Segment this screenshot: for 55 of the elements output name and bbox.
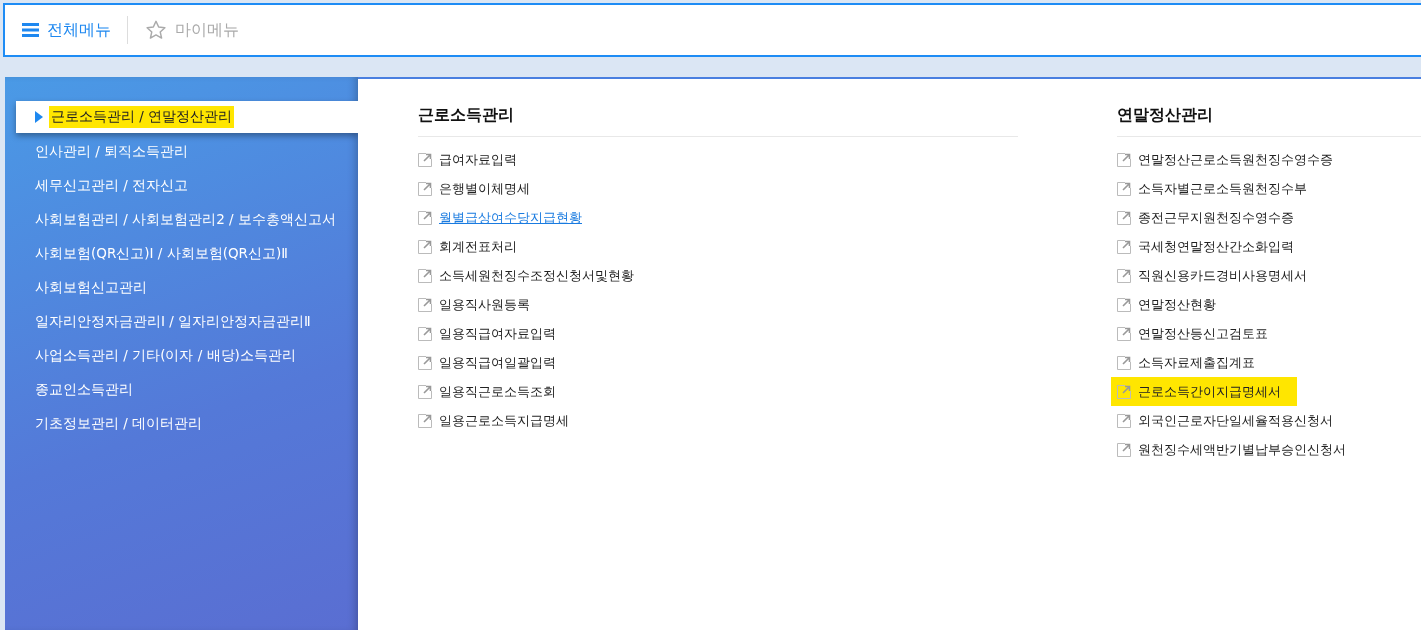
external-link-icon — [418, 297, 432, 312]
sidebar-item[interactable]: 일자리안정자금관리Ⅰ / 일자리안정자금관리Ⅱ — [5, 305, 358, 339]
external-link-icon — [418, 326, 432, 341]
external-link-icon — [1117, 413, 1131, 428]
external-link-icon — [1117, 152, 1131, 167]
external-link-icon — [1117, 355, 1131, 370]
sidebar-item[interactable]: 기초정보관리 / 데이터관리 — [5, 407, 358, 441]
external-link-icon — [1117, 268, 1131, 283]
external-link-icon — [1117, 181, 1131, 196]
external-link-icon — [1117, 384, 1131, 399]
menu-link[interactable]: 근로소득간이지급명세서 — [1111, 377, 1297, 406]
menu-link[interactable]: 원천징수세액반기별납부승인신청서 — [1117, 435, 1362, 464]
section-heading: 연말정산관리 — [1117, 105, 1421, 137]
sidebar-item[interactable]: 근로소득관리 / 연말정산관리 — [16, 101, 358, 133]
menu-link[interactable]: 연말정산근로소득원천징수영수증 — [1117, 145, 1349, 174]
menu-link[interactable]: 일용직급여일괄입력 — [418, 348, 572, 377]
menu-link[interactable]: 일용근로소득지급명세 — [418, 406, 585, 435]
menu-link[interactable]: 은행별이체명세 — [418, 174, 546, 203]
external-link-icon — [418, 413, 432, 428]
triangle-icon — [35, 111, 43, 123]
external-link-icon — [418, 268, 432, 283]
external-link-icon — [418, 239, 432, 254]
external-link-icon — [1117, 297, 1131, 312]
menu-link[interactable]: 회계전표처리 — [418, 232, 533, 261]
menu-link[interactable]: 월별급상여수당지급현황 — [418, 203, 598, 232]
menu-link[interactable]: 일용직근로소득조회 — [418, 377, 572, 406]
menu-link[interactable]: 일용직사원등록 — [418, 290, 546, 319]
section-heading: 근로소득관리 — [418, 105, 1018, 137]
external-link-icon — [418, 152, 432, 167]
external-link-icon — [1117, 326, 1131, 341]
sidebar-item[interactable]: 사업소득관리 / 기타(이자 / 배당)소득관리 — [5, 339, 358, 373]
menu-link[interactable]: 소득자별근로소득원천징수부 — [1117, 174, 1323, 203]
sidebar-item[interactable]: 종교인소득관리 — [5, 373, 358, 407]
menu-link[interactable]: 소득세원천징수조정신청서및현황 — [418, 261, 650, 290]
external-link-icon — [1117, 210, 1131, 225]
sidebar-item[interactable]: 사회보험(QR신고)Ⅰ / 사회보험(QR신고)Ⅱ — [5, 237, 358, 271]
external-link-icon — [418, 384, 432, 399]
menu-link[interactable]: 소득자료제출집계표 — [1117, 348, 1271, 377]
external-link-icon — [418, 355, 432, 370]
external-link-icon — [418, 210, 432, 225]
menu-link[interactable]: 급여자료입력 — [418, 145, 533, 174]
menu-link[interactable]: 외국인근로자단일세율적용신청서 — [1117, 406, 1349, 435]
sidebar-item[interactable]: 사회보험신고관리 — [5, 271, 358, 305]
menu-icon — [22, 22, 39, 38]
external-link-icon — [418, 181, 432, 196]
menu-link[interactable]: 국세청연말정산간소화입력 — [1117, 232, 1310, 261]
menu-link[interactable]: 연말정산등신고검토표 — [1117, 319, 1284, 348]
external-link-icon — [1117, 442, 1131, 457]
star-icon — [145, 19, 167, 41]
menu-link[interactable]: 일용직급여자료입력 — [418, 319, 572, 348]
menu-link[interactable]: 직원신용카드경비사용명세서 — [1117, 261, 1323, 290]
menu-link[interactable]: 연말정산현황 — [1117, 290, 1232, 319]
external-link-icon — [1117, 239, 1131, 254]
sidebar-item[interactable]: 사회보험관리 / 사회보험관리2 / 보수총액신고서 — [5, 203, 358, 237]
menu-link[interactable]: 종전근무지원천징수영수증 — [1117, 203, 1310, 232]
